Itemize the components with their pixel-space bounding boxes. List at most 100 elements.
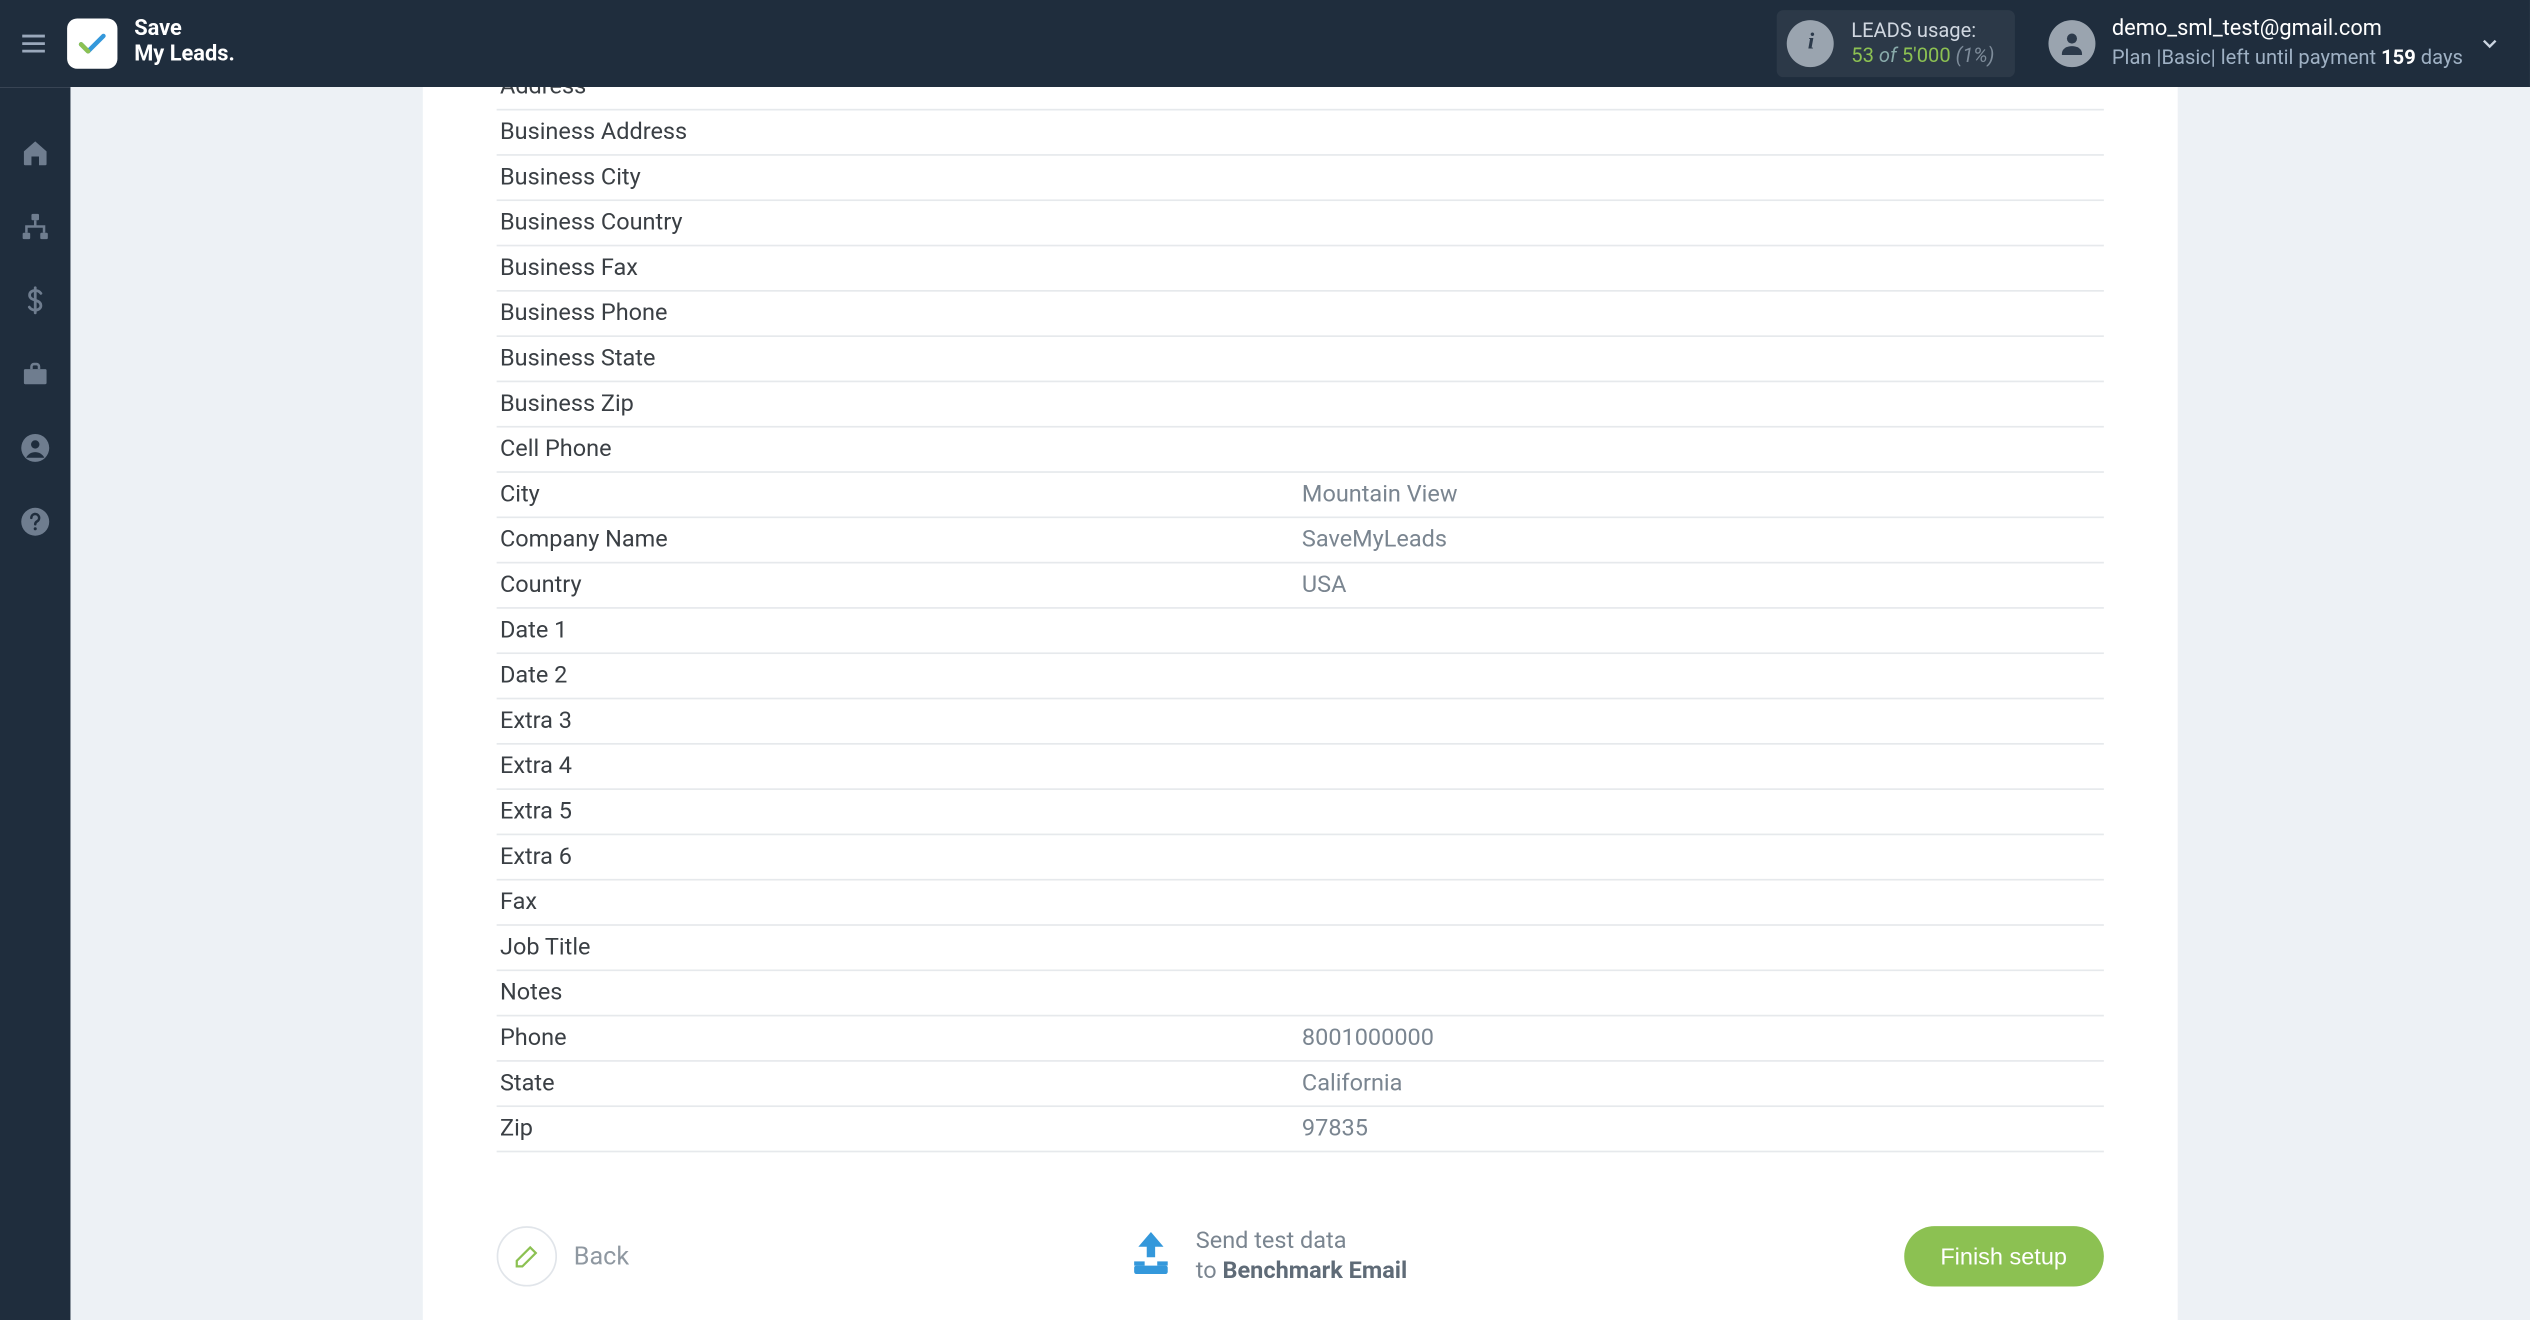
field-label: Business Zip	[497, 383, 1302, 427]
usage-text: LEADS usage: 53 of 5'000 (1%)	[1851, 18, 1994, 68]
field-row: Fax	[497, 881, 2104, 926]
account-dropdown-toggle[interactable]	[2470, 0, 2510, 87]
field-row: Job Title	[497, 926, 2104, 971]
user-circle-icon	[18, 431, 52, 465]
field-label: Notes	[497, 971, 1302, 1015]
chevron-down-icon	[2478, 32, 2501, 55]
sidebar-item-toolbox[interactable]	[0, 356, 70, 393]
usage-limit: 5'000	[1902, 44, 1951, 67]
field-label: Extra 6	[497, 835, 1302, 879]
field-value: SaveMyLeads	[1302, 518, 2104, 562]
sidebar-item-home[interactable]	[0, 134, 70, 171]
account-email: demo_sml_test@gmail.com	[2112, 17, 2463, 44]
field-value: USA	[1302, 564, 2104, 608]
topbar: Save My Leads. i LEADS usage: 53 of 5'00…	[0, 0, 2530, 87]
back-circle	[497, 1227, 557, 1287]
field-row: Business Address	[497, 111, 2104, 156]
user-icon	[2056, 29, 2086, 59]
back-button[interactable]: Back	[497, 1227, 629, 1287]
field-label: Business Phone	[497, 292, 1302, 336]
upload-icon	[1125, 1228, 1175, 1285]
field-row: Extra 4	[497, 745, 2104, 790]
field-value	[1302, 87, 2104, 109]
field-label: Extra 3	[497, 700, 1302, 744]
mapping-card: AddressBusiness AddressBusiness CityBusi…	[423, 87, 2178, 1320]
sidebar-item-account[interactable]	[0, 429, 70, 466]
field-value	[1302, 926, 2104, 970]
field-row: Extra 6	[497, 835, 2104, 880]
sitemap-icon	[20, 211, 50, 241]
check-icon	[75, 27, 109, 61]
brand-line1: Save	[134, 17, 182, 42]
field-row: Business State	[497, 337, 2104, 382]
field-value: 8001000000	[1302, 1017, 2104, 1061]
usage-used: 53	[1851, 44, 1874, 67]
home-icon	[20, 138, 50, 168]
brand-logo[interactable]: Save My Leads.	[67, 18, 235, 68]
field-label: Phone	[497, 1017, 1302, 1061]
field-row: Date 1	[497, 609, 2104, 654]
main-content[interactable]: AddressBusiness AddressBusiness CityBusi…	[70, 87, 2530, 1320]
send-target: Benchmark Email	[1222, 1259, 1407, 1286]
field-row: StateCalifornia	[497, 1062, 2104, 1107]
field-label: Business Address	[497, 111, 1302, 155]
field-label: Business Fax	[497, 247, 1302, 291]
hamburger-menu-button[interactable]	[0, 0, 67, 87]
field-row: Business Phone	[497, 292, 2104, 337]
field-label: Extra 4	[497, 745, 1302, 789]
briefcase-icon	[20, 359, 50, 389]
field-row: Address	[497, 87, 2104, 110]
field-row: Company NameSaveMyLeads	[497, 518, 2104, 563]
field-value	[1302, 881, 2104, 925]
field-value	[1302, 745, 2104, 789]
field-value	[1302, 201, 2104, 245]
field-value	[1302, 700, 2104, 744]
sidebar-item-billing[interactable]	[0, 282, 70, 319]
field-value: Mountain View	[1302, 473, 2104, 517]
field-label: Business Country	[497, 201, 1302, 245]
field-label: Address	[497, 87, 1302, 109]
field-label: Fax	[497, 881, 1302, 925]
field-label: Date 2	[497, 654, 1302, 698]
field-label: Date 1	[497, 609, 1302, 653]
send-test-button[interactable]: Send test data to Benchmark Email	[1125, 1226, 1407, 1287]
sidebar	[0, 87, 70, 1320]
brand-name: Save My Leads.	[134, 19, 235, 69]
field-label: Business State	[497, 337, 1302, 381]
field-row: Business City	[497, 156, 2104, 201]
account-text: demo_sml_test@gmail.com Plan |Basic| lef…	[2112, 17, 2463, 69]
field-row: Business Country	[497, 201, 2104, 246]
field-value	[1302, 971, 2104, 1015]
field-row: Date 2	[497, 654, 2104, 699]
menu-icon	[18, 29, 48, 59]
field-value: 97835	[1302, 1107, 2104, 1151]
send-to-word: to	[1196, 1259, 1217, 1286]
account-block[interactable]: demo_sml_test@gmail.com Plan |Basic| lef…	[2048, 17, 2530, 69]
field-value	[1302, 609, 2104, 653]
field-row: Extra 3	[497, 700, 2104, 745]
sidebar-item-connections[interactable]	[0, 208, 70, 245]
sidebar-item-help[interactable]	[0, 503, 70, 540]
usage-of: of	[1879, 44, 1897, 67]
finish-setup-button[interactable]: Finish setup	[1903, 1227, 2103, 1287]
usage-label: LEADS usage:	[1851, 18, 1994, 43]
plan-name: Basic	[2161, 45, 2210, 68]
send-line1: Send test data	[1196, 1226, 1407, 1257]
field-label: State	[497, 1062, 1302, 1106]
usage-percent: (1%)	[1956, 44, 1995, 67]
field-row: Business Zip	[497, 383, 2104, 428]
field-row: CountryUSA	[497, 564, 2104, 609]
field-label: City	[497, 473, 1302, 517]
field-label: Company Name	[497, 518, 1302, 562]
field-value	[1302, 835, 2104, 879]
field-value	[1302, 292, 2104, 336]
field-label: Job Title	[497, 926, 1302, 970]
brand-line2: My Leads.	[134, 44, 235, 69]
field-label: Business City	[497, 156, 1302, 200]
field-label: Cell Phone	[497, 428, 1302, 472]
field-value	[1302, 654, 2104, 698]
field-mapping-table: AddressBusiness AddressBusiness CityBusi…	[497, 87, 2104, 1152]
usage-pill[interactable]: i LEADS usage: 53 of 5'000 (1%)	[1777, 10, 2014, 77]
field-row: Phone8001000000	[497, 1017, 2104, 1062]
field-value	[1302, 383, 2104, 427]
